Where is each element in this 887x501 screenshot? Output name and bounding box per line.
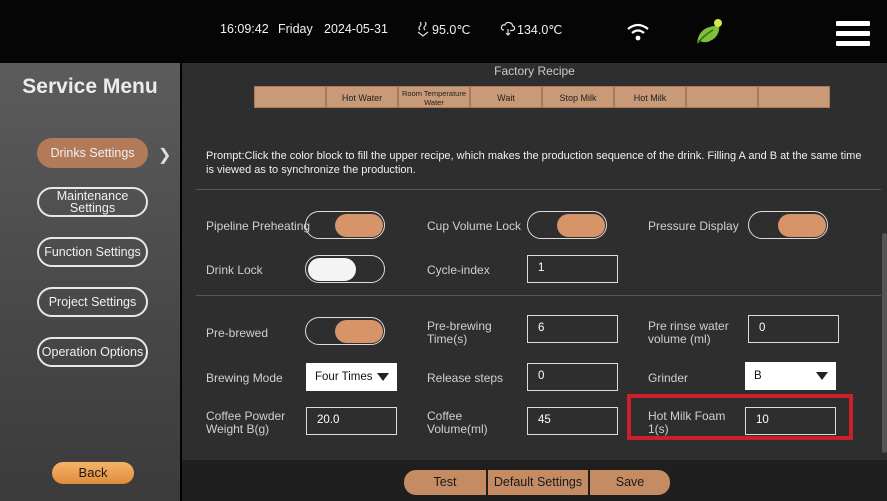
date: 2024-05-31 <box>324 22 388 36</box>
pre-rinse-water-field[interactable]: 0 <box>748 315 839 343</box>
release-steps-label: Release steps <box>427 371 504 385</box>
recipe-slot-3[interactable]: Room Temperature Water <box>398 86 470 108</box>
bottom-action-bar: Test Default Settings Save <box>182 460 887 501</box>
pipeline-preheating-toggle[interactable] <box>305 211 385 239</box>
sidebar-item-function-settings[interactable]: Function Settings <box>37 237 148 267</box>
brewing-mode-value: Four Times <box>315 371 373 383</box>
pre-brewed-label: Pre-brewed <box>206 326 269 340</box>
prompt-text: Prompt:Click the color block to fill the… <box>206 150 862 176</box>
default-settings-button[interactable]: Default Settings <box>488 470 588 495</box>
chevron-right-icon: ❯ <box>158 147 172 164</box>
divider <box>196 189 881 190</box>
cup-volume-lock-label: Cup Volume Lock <box>427 219 522 233</box>
save-button[interactable]: Save <box>590 470 670 495</box>
sidebar-item-drinks-settings[interactable]: Drinks Settings <box>37 138 148 168</box>
boiler-temp-2: 134.0℃ <box>517 23 563 37</box>
sidebar-item-operation-options[interactable]: Operation Options <box>37 337 148 367</box>
grinder-select[interactable]: B <box>745 362 836 390</box>
recipe-slot-8[interactable] <box>758 86 830 108</box>
clock-time: 16:09:42 <box>220 22 269 36</box>
drinks-settings-panel: Factory Recipe Hot Water Room Temperatur… <box>182 63 887 460</box>
weekday: Friday <box>278 22 313 36</box>
cloud-icon <box>500 21 516 36</box>
pre-rinse-water-label: Pre rinse water volume (ml) <box>648 319 729 346</box>
back-button[interactable]: Back <box>52 462 134 484</box>
cycle-index-field[interactable]: 1 <box>527 255 618 283</box>
drink-lock-label: Drink Lock <box>206 263 263 277</box>
recipe-slot-2[interactable]: Hot Water <box>326 86 398 108</box>
recipe-slot-1[interactable] <box>254 86 326 108</box>
menu-icon[interactable] <box>836 21 870 47</box>
pressure-display-toggle[interactable] <box>748 211 828 239</box>
leaf-icon <box>697 19 722 44</box>
scrollbar[interactable] <box>882 233 887 453</box>
coffee-volume-label: Coffee Volume(ml) <box>427 409 488 436</box>
release-steps-field[interactable]: 0 <box>527 363 618 391</box>
grinder-value: B <box>754 370 762 382</box>
hot-milk-foam-field[interactable]: 10 <box>745 407 836 435</box>
pre-brewed-toggle[interactable] <box>305 317 385 345</box>
wifi-icon <box>627 23 649 41</box>
recipe-slot-4[interactable]: Wait <box>470 86 542 108</box>
dropdown-arrow-icon <box>377 373 389 381</box>
pipeline-preheating-label: Pipeline Preheating <box>206 219 311 233</box>
coffee-powder-weight-label: Coffee Powder Weight B(g) <box>206 409 286 436</box>
coffee-volume-field[interactable]: 45 <box>527 407 618 435</box>
coffee-powder-weight-field[interactable]: 20.0 <box>306 407 397 435</box>
test-button[interactable]: Test <box>404 470 486 495</box>
cup-volume-lock-toggle[interactable] <box>527 211 607 239</box>
steam-icon <box>417 21 429 37</box>
status-bar: 16:09:42 Friday 2024-05-31 95.0℃ 134.0℃ <box>0 0 887 63</box>
sidebar: Service Menu Drinks Settings ❯ Maintenan… <box>0 63 180 501</box>
divider <box>196 295 881 296</box>
recipe-slot-5[interactable]: Stop Milk <box>542 86 614 108</box>
recipe-slot-7[interactable] <box>686 86 758 108</box>
sidebar-item-project-settings[interactable]: Project Settings <box>37 287 148 317</box>
pressure-display-label: Pressure Display <box>648 219 739 233</box>
grinder-label: Grinder <box>648 371 689 385</box>
brewing-mode-select[interactable]: Four Times <box>306 363 397 391</box>
dropdown-arrow-icon <box>816 372 828 380</box>
sidebar-item-maintenance-settings[interactable]: Maintenance Settings <box>37 187 148 217</box>
brewing-mode-label: Brewing Mode <box>206 371 283 385</box>
recipe-title: Factory Recipe <box>494 64 575 78</box>
cycle-index-label: Cycle-index <box>427 263 490 277</box>
sidebar-title: Service Menu <box>22 75 158 98</box>
drink-lock-toggle[interactable] <box>305 255 385 283</box>
pre-brewing-time-field[interactable]: 6 <box>527 315 618 343</box>
recipe-slot-6[interactable]: Hot Milk <box>614 86 686 108</box>
boiler-temp-1: 95.0℃ <box>432 23 471 37</box>
pre-brewing-time-label: Pre-brewing Time(s) <box>427 319 492 346</box>
hot-milk-foam-label: Hot Milk Foam 1(s) <box>648 409 726 436</box>
